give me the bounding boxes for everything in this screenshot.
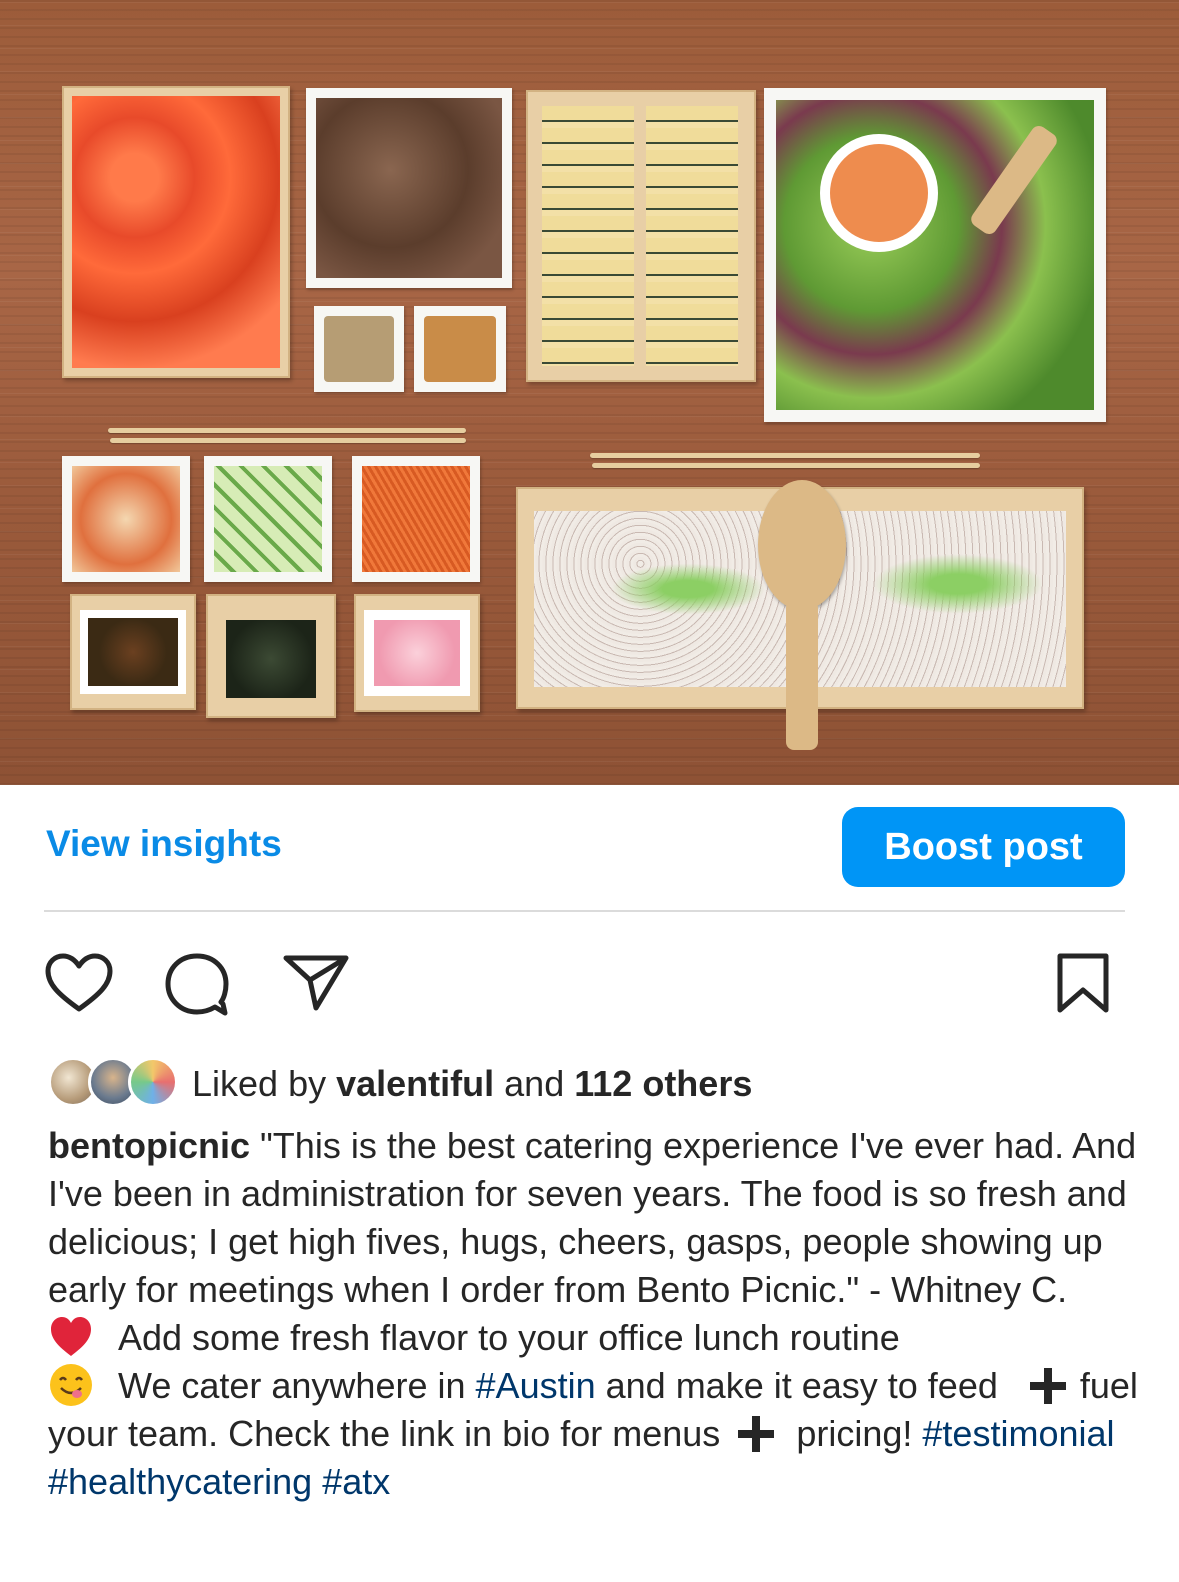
post-image[interactable] (0, 0, 1179, 785)
heart-icon[interactable] (44, 952, 114, 1014)
beef-dish (306, 88, 512, 288)
bookmark-icon[interactable] (1054, 952, 1112, 1014)
carrot-dish (352, 456, 480, 582)
chopstick (592, 463, 980, 468)
likes-connector: and (504, 1063, 565, 1104)
egg-roll-box (526, 90, 756, 382)
divider (44, 910, 1125, 912)
onion-box (354, 594, 480, 712)
liker-avatars[interactable] (48, 1057, 178, 1109)
spice-dish (314, 306, 404, 392)
avatar (128, 1057, 178, 1107)
liker-username[interactable]: valentiful (336, 1063, 494, 1104)
yum-face-icon (50, 1364, 92, 1406)
kimchi-dish (62, 456, 190, 582)
rice-paddle-handle (786, 600, 818, 750)
cucumber-dish (204, 456, 332, 582)
salmon-box (62, 86, 290, 378)
pickle-box (70, 594, 196, 710)
view-insights-link[interactable]: View insights (46, 823, 282, 865)
likes-count[interactable]: 112 others (574, 1063, 752, 1104)
chopstick (590, 453, 980, 458)
caption-line-2a: We cater anywhere in (118, 1365, 466, 1406)
post-caption: bentopicnic "This is the best catering e… (48, 1122, 1138, 1506)
plus-icon (1029, 1368, 1066, 1404)
shallot-dish (414, 306, 506, 392)
hashtag-testimonial[interactable]: #testimonial (922, 1413, 1114, 1454)
hashtag-atx[interactable]: #atx (322, 1461, 390, 1502)
hashtag-austin[interactable]: #Austin (476, 1365, 596, 1406)
hashtag-healthycatering[interactable]: #healthycatering (48, 1461, 312, 1502)
share-icon[interactable] (282, 952, 350, 1012)
boost-post-button[interactable]: Boost post (842, 807, 1125, 887)
chopstick (108, 428, 466, 433)
caption-username[interactable]: bentopicnic (48, 1125, 250, 1166)
red-heart-icon (51, 1317, 91, 1356)
caption-line-1: Add some fresh flavor to your office lun… (118, 1317, 900, 1358)
likes-summary[interactable]: Liked by valentiful and 112 others (192, 1063, 752, 1105)
rice-paddle (758, 480, 846, 610)
likes-prefix: Liked by (192, 1063, 327, 1104)
caption-line-2d: pricing! (796, 1413, 913, 1454)
plus-icon (738, 1416, 775, 1452)
seaweed-box (206, 594, 336, 718)
comment-icon[interactable] (163, 951, 231, 1017)
caption-line-2b: and make it easy to feed (605, 1365, 998, 1406)
chopstick (110, 438, 466, 443)
